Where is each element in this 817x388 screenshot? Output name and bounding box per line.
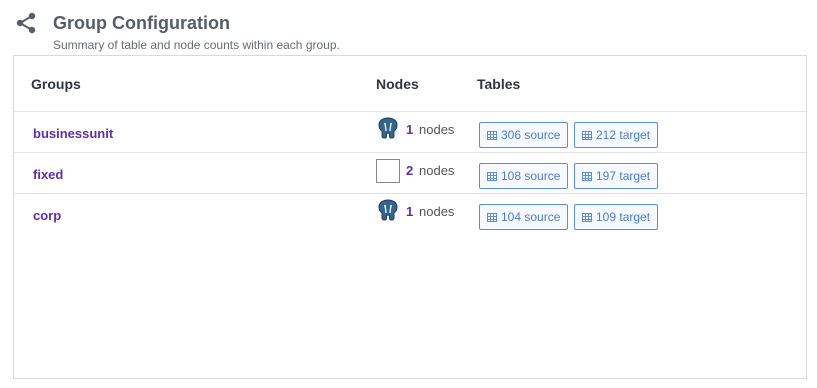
group-link-fixed[interactable]: fixed [33, 167, 63, 182]
group-table-panel: Groups Nodes Tables businessunit 1 nodes… [13, 55, 807, 379]
source-tables-button[interactable]: 306 source [479, 122, 569, 148]
node-count: 1 [406, 122, 414, 137]
table-icon [582, 130, 592, 140]
group-link-corp[interactable]: corp [33, 208, 61, 223]
target-tables-button[interactable]: 212 target [574, 122, 659, 148]
table-icon [487, 171, 497, 181]
column-header-nodes: Nodes [376, 76, 419, 92]
node-count: 2 [406, 163, 414, 178]
blank-node-icon [376, 159, 400, 183]
table-header: Groups Nodes Tables [14, 56, 806, 112]
table-icon [487, 130, 497, 140]
page-subtitle: Summary of table and node counts within … [53, 38, 340, 52]
target-tables-button[interactable]: 109 target [574, 204, 659, 230]
table-row: fixed 2 nodes 108 source 197 target [14, 153, 806, 194]
target-count: 212 target [596, 128, 651, 142]
target-tables-button[interactable]: 197 target [574, 163, 659, 189]
table-row: businessunit 1 nodes 306 source 212 targ… [14, 112, 806, 153]
page-title: Group Configuration [53, 13, 230, 33]
page-header: Group Configuration Summary of table and… [0, 0, 817, 56]
table-icon [582, 171, 592, 181]
column-header-groups: Groups [31, 76, 81, 92]
source-count: 108 source [501, 169, 561, 183]
share-icon [16, 12, 36, 34]
node-count: 1 [406, 204, 414, 219]
node-label: nodes [419, 204, 455, 219]
table-icon [487, 212, 497, 222]
source-tables-button[interactable]: 104 source [479, 204, 569, 230]
table-icon [582, 212, 592, 222]
postgresql-elephant-icon [378, 117, 398, 139]
postgresql-elephant-icon [378, 199, 398, 221]
node-label: nodes [419, 163, 455, 178]
node-label: nodes [419, 122, 455, 137]
target-count: 197 target [596, 169, 651, 183]
table-row: corp 1 nodes 104 source 109 target [14, 194, 806, 235]
source-count: 104 source [501, 210, 561, 224]
source-tables-button[interactable]: 108 source [479, 163, 569, 189]
column-header-tables: Tables [477, 76, 521, 92]
source-count: 306 source [501, 128, 561, 142]
group-link-businessunit[interactable]: businessunit [33, 126, 113, 141]
target-count: 109 target [596, 210, 651, 224]
